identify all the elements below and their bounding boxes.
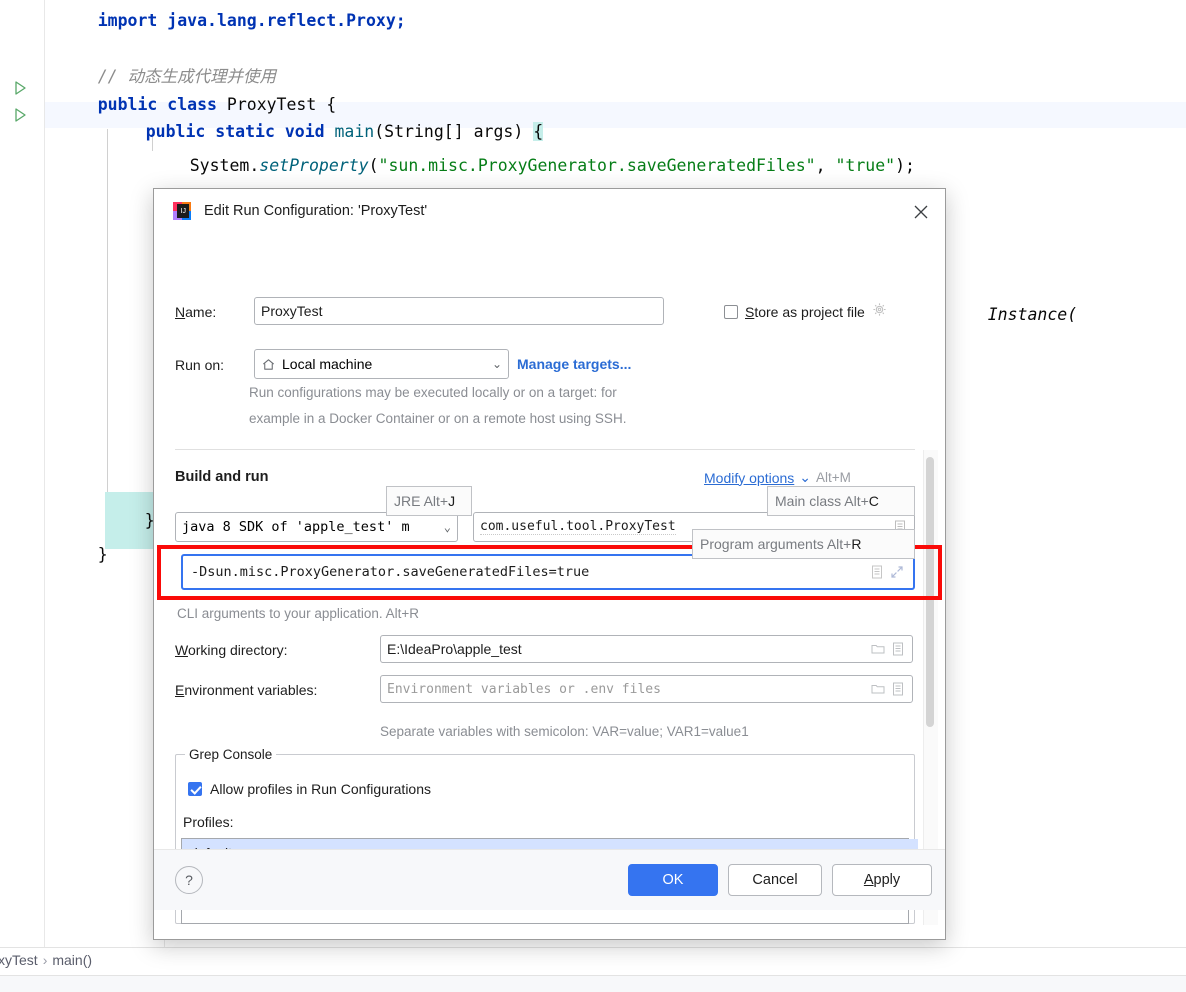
setproperty-call: setProperty: [259, 156, 369, 175]
run-on-description-line-2: example in a Docker Container or on a re…: [249, 411, 627, 426]
run-class-gutter-icon[interactable]: [12, 80, 28, 96]
tooltip-program-arguments: Program arguments Alt+ R: [692, 529, 915, 559]
expand-editor-icon[interactable]: [869, 564, 885, 580]
store-as-project-file-row[interactable]: Store as project file: [724, 302, 888, 321]
store-as-project-file-label: Store as project file: [745, 303, 865, 320]
tooltip-program-arguments-label: Program arguments Alt+: [700, 536, 852, 552]
dialog-body: NName:ame: ProxyTest Store as project fi…: [154, 235, 945, 925]
help-button[interactable]: ?: [175, 866, 203, 894]
program-arguments-value: -Dsun.misc.ProxyGenerator.saveGeneratedF…: [191, 564, 590, 580]
folder-icon[interactable]: [870, 641, 886, 657]
breadcrumb-method[interactable]: main(): [52, 952, 92, 968]
expand-arrows-icon[interactable]: [889, 564, 905, 580]
modify-options-shortcut: Alt+M: [816, 470, 851, 485]
name-input-value: ProxyTest: [261, 303, 323, 319]
code-line-right-fragment: Instance(: [948, 286, 1077, 343]
property-key-string: "sun.misc.ProxyGenerator.saveGeneratedFi…: [378, 156, 816, 175]
section-divider: [175, 449, 915, 450]
cancel-button[interactable]: Cancel: [728, 864, 822, 896]
svg-text:IJ: IJ: [181, 208, 186, 215]
environment-variables-hint: Separate variables with semicolon: VAR=v…: [380, 724, 749, 739]
grep-console-legend: Grep Console: [185, 747, 277, 762]
environment-variables-input[interactable]: Environment variables or .env files: [380, 675, 913, 703]
expand-editor-icon[interactable]: [890, 641, 906, 657]
code-line-close-outer: }: [58, 526, 108, 583]
tooltip-jre-key: J: [448, 493, 456, 509]
cli-arguments-hint: CLI arguments to your application. Alt+R: [177, 606, 420, 621]
breadcrumb-divider-1: [44, 930, 45, 947]
environment-variables-placeholder: Environment variables or .env files: [387, 681, 661, 697]
allow-profiles-label: Allow profiles in Run Configurations: [210, 781, 431, 797]
main-class-value: com.useful.tool.ProxyTest: [480, 519, 676, 535]
working-directory-value: E:\IdeaPro\apple_test: [387, 641, 522, 657]
tooltip-main-class: Main class Alt+ C: [767, 486, 915, 516]
outer-close-brace: }: [97, 545, 108, 564]
run-on-value: Local machine: [282, 356, 373, 372]
property-value-string: "true": [835, 156, 896, 175]
build-and-run-title: Build and run: [175, 469, 269, 485]
jre-value: java 8 SDK of 'apple_test' m: [182, 519, 410, 535]
name-input[interactable]: ProxyTest: [254, 297, 664, 325]
indent-guide-outer: [107, 129, 108, 506]
code-line-setproperty: System.setProperty("sun.misc.ProxyGenera…: [150, 137, 915, 194]
store-as-project-file-checkbox[interactable]: [724, 304, 738, 319]
code-line-close-inner: }: [105, 492, 155, 549]
chevron-down-icon[interactable]: ⌄: [799, 469, 811, 486]
ok-button[interactable]: OK: [628, 864, 718, 896]
open-paren: (: [368, 156, 379, 175]
program-arguments-input[interactable]: -Dsun.misc.ProxyGenerator.saveGeneratedF…: [181, 554, 915, 590]
name-label: NName:ame:: [175, 304, 217, 320]
home-icon: [261, 357, 276, 372]
system-ref: System.: [189, 156, 260, 175]
modify-options-label: Modify options: [704, 469, 795, 486]
tooltip-main-class-label: Main class Alt+: [775, 493, 869, 509]
stmt-end: );: [895, 156, 915, 175]
allow-profiles-row[interactable]: Allow profiles in Run Configurations: [188, 781, 431, 797]
jre-select[interactable]: java 8 SDK of 'apple_test' m ⌄: [175, 512, 458, 542]
chevron-down-icon[interactable]: ⌄: [492, 358, 502, 370]
dialog-title-bar: IJ Edit Run Configuration: 'ProxyTest': [154, 189, 945, 235]
tooltip-program-arguments-key: R: [851, 536, 862, 552]
instance-fragment: Instance(: [987, 305, 1078, 324]
editor-gutter: [0, 0, 44, 947]
run-method-gutter-icon[interactable]: [12, 107, 28, 123]
breadcrumb[interactable]: xyTest › main(): [0, 952, 92, 968]
profiles-label: Profiles:: [183, 814, 234, 830]
intellij-idea-icon: IJ: [172, 201, 192, 221]
import-statement: import java.lang.reflect.Proxy;: [97, 11, 406, 30]
tooltip-jre: JRE Alt+ J: [386, 486, 472, 516]
working-directory-label: Working directory:: [175, 642, 288, 658]
modify-options-link[interactable]: Modify options ⌄ Alt+M: [704, 469, 851, 486]
manage-targets-link[interactable]: Manage targets...: [517, 356, 631, 372]
dialog-footer: ? OK Cancel Apply: [154, 849, 945, 910]
close-icon[interactable]: [909, 200, 933, 224]
run-on-label: Run on:: [175, 357, 225, 373]
tooltip-main-class-key: C: [868, 493, 879, 509]
dialog-title: Edit Run Configuration: 'ProxyTest': [204, 203, 428, 219]
breadcrumb-class[interactable]: xyTest: [0, 952, 38, 968]
working-directory-input[interactable]: E:\IdeaPro\apple_test: [380, 635, 913, 663]
arg-comma: ,: [815, 156, 836, 175]
run-on-select[interactable]: Local machine ⌄: [254, 349, 509, 379]
folder-icon[interactable]: [870, 681, 886, 697]
allow-profiles-checkbox[interactable]: [188, 782, 202, 796]
status-bar: [0, 975, 1186, 992]
code-line-import: import java.lang.reflect.Proxy;: [58, 0, 406, 49]
edit-run-configuration-dialog: IJ Edit Run Configuration: 'ProxyTest' N…: [153, 188, 946, 940]
breadcrumb-bar: [0, 947, 1186, 976]
environment-variables-label: Environment variables:: [175, 682, 318, 698]
tooltip-jre-label: JRE Alt+: [394, 493, 449, 509]
gear-icon[interactable]: [872, 302, 888, 321]
gutter-separator: [44, 0, 45, 947]
apply-button[interactable]: Apply: [832, 864, 932, 896]
expand-editor-icon[interactable]: [890, 681, 906, 697]
breadcrumb-separator-icon: ›: [42, 952, 48, 968]
run-on-description-line-1: Run configurations may be executed local…: [249, 385, 617, 400]
chevron-down-icon[interactable]: ⌄: [444, 521, 451, 533]
